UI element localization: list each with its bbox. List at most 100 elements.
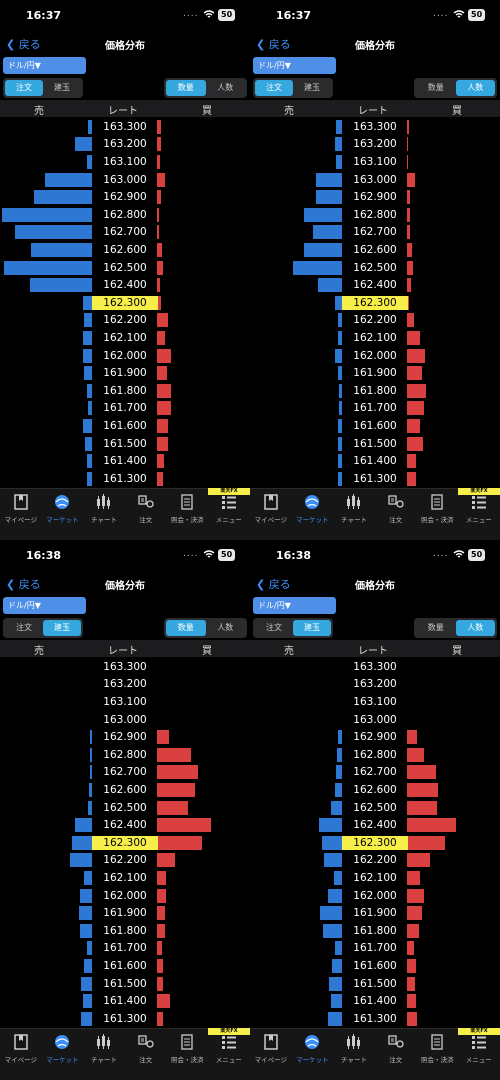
segment-quantity[interactable]: 数量	[166, 80, 206, 96]
rate-row: 161.900	[0, 364, 250, 382]
rate-label: 161.900	[103, 367, 147, 380]
rate-row: 162.900	[0, 728, 250, 746]
rate-label: 161.800	[103, 384, 147, 397]
buy-bar	[407, 366, 422, 381]
tab-mypage[interactable]: マイページ	[250, 1033, 292, 1064]
tab-inquiry[interactable]: 照会・決済	[166, 1033, 208, 1064]
segment-order[interactable]: 注文	[5, 80, 43, 96]
sell-bar	[80, 923, 92, 938]
rate-row: 161.900	[250, 364, 500, 382]
segment-position[interactable]: 建玉	[293, 80, 331, 96]
currency-pair-dropdown[interactable]: ドル/円▼	[253, 57, 336, 74]
buy-bar	[157, 366, 168, 381]
rate-row: 162.500	[250, 799, 500, 817]
tab-menu[interactable]: メニュー	[458, 493, 500, 524]
rate-label: 161.700	[353, 942, 397, 955]
tab-market[interactable]: マーケット	[42, 1033, 84, 1064]
segment-people[interactable]: 人数	[455, 620, 495, 636]
segment-position[interactable]: 建玉	[293, 620, 331, 636]
order-position-toggle: 注文 建玉	[3, 78, 83, 98]
segment-quantity[interactable]: 数量	[166, 620, 206, 636]
battery-indicator: 50	[468, 549, 486, 561]
tab-menu[interactable]: メニュー	[458, 1033, 500, 1064]
segment-position[interactable]: 建玉	[43, 80, 81, 96]
rate-label: 163.000	[353, 713, 397, 726]
buy-bar	[407, 976, 416, 991]
segment-people[interactable]: 人数	[455, 80, 495, 96]
rate-row: 162.300	[0, 294, 250, 312]
rate-row: 161.900	[250, 904, 500, 922]
tab-label: マイページ	[254, 1056, 287, 1064]
tab-order[interactable]: 注文	[375, 493, 417, 524]
tab-inquiry[interactable]: 照会・決済	[166, 493, 208, 524]
buy-bar	[157, 765, 198, 780]
current-rate-label: 162.300	[342, 835, 408, 850]
tab-label: マーケット	[46, 1056, 79, 1064]
rate-label: 162.700	[103, 766, 147, 779]
segment-people[interactable]: 人数	[206, 80, 246, 96]
tab-inquiry[interactable]: 照会・決済	[416, 1033, 458, 1064]
segment-quantity[interactable]: 数量	[416, 80, 456, 96]
order-icon	[137, 1035, 154, 1048]
tab-market[interactable]: マーケット	[42, 493, 84, 524]
sell-bar	[304, 207, 342, 222]
tab-menu[interactable]: メニュー	[208, 493, 250, 524]
tab-mypage[interactable]: マイページ	[250, 493, 292, 524]
rate-row: 161.800	[250, 922, 500, 940]
buy-bar	[157, 818, 211, 833]
tab-order[interactable]: 注文	[375, 1033, 417, 1064]
rakuten-fx-badge: 楽天FX	[458, 488, 500, 495]
tab-chart[interactable]: チャート	[333, 493, 375, 524]
rate-label: 162.800	[353, 748, 397, 761]
order-position-toggle: 注文 建玉	[3, 618, 83, 638]
tab-menu[interactable]: メニュー	[208, 1033, 250, 1064]
currency-pair-dropdown[interactable]: ドル/円▼	[3, 57, 86, 74]
tab-market[interactable]: マーケット	[292, 493, 334, 524]
current-rate-label: 162.300	[92, 835, 158, 850]
rate-row: 162.000	[250, 887, 500, 905]
tab-chart[interactable]: チャート	[333, 1033, 375, 1064]
rate-label: 162.900	[103, 191, 147, 204]
rate-label: 162.900	[353, 731, 397, 744]
sell-bar	[81, 976, 92, 991]
rate-label: 162.000	[353, 889, 397, 902]
sell-bar	[319, 906, 342, 921]
rate-row: 163.100	[0, 153, 250, 171]
segment-order[interactable]: 注文	[255, 80, 293, 96]
tab-mypage[interactable]: マイページ	[0, 493, 42, 524]
buy-bar	[157, 747, 192, 762]
tab-order[interactable]: 注文	[125, 1033, 167, 1064]
candles-icon	[346, 1034, 360, 1049]
buy-bar	[407, 906, 422, 921]
sell-bar	[331, 994, 342, 1009]
tab-order[interactable]: 注文	[125, 493, 167, 524]
battery-indicator: 50	[468, 9, 486, 21]
rate-row: 162.100	[0, 329, 250, 347]
rate-label: 161.400	[353, 995, 397, 1008]
segment-position[interactable]: 建玉	[43, 620, 81, 636]
currency-pair-dropdown[interactable]: ドル/円▼	[253, 597, 336, 614]
rate-label: 162.400	[103, 819, 147, 832]
rate-label: 163.000	[103, 713, 147, 726]
tab-chart[interactable]: チャート	[83, 1033, 125, 1064]
segment-quantity[interactable]: 数量	[416, 620, 456, 636]
tab-market[interactable]: マーケット	[292, 1033, 334, 1064]
rate-row: 162.800	[0, 746, 250, 764]
rate-row: 161.300	[250, 470, 500, 488]
segment-order[interactable]: 注文	[255, 620, 293, 636]
rate-label: 162.100	[353, 871, 397, 884]
rate-row: 163.300	[250, 118, 500, 136]
segment-people[interactable]: 人数	[206, 620, 246, 636]
sell-bar	[315, 190, 342, 205]
rate-row: 161.500	[250, 975, 500, 993]
rate-row: 162.200	[250, 852, 500, 870]
tab-chart[interactable]: チャート	[83, 493, 125, 524]
currency-pair-dropdown[interactable]: ドル/円▼	[3, 597, 86, 614]
rate-row: 163.200	[0, 136, 250, 154]
tab-mypage[interactable]: マイページ	[0, 1033, 42, 1064]
tab-inquiry[interactable]: 照会・決済	[416, 493, 458, 524]
segment-order[interactable]: 注文	[5, 620, 43, 636]
rate-row: 162.100	[250, 869, 500, 887]
rate-label: 161.400	[103, 995, 147, 1008]
rate-row: 162.000	[0, 347, 250, 365]
